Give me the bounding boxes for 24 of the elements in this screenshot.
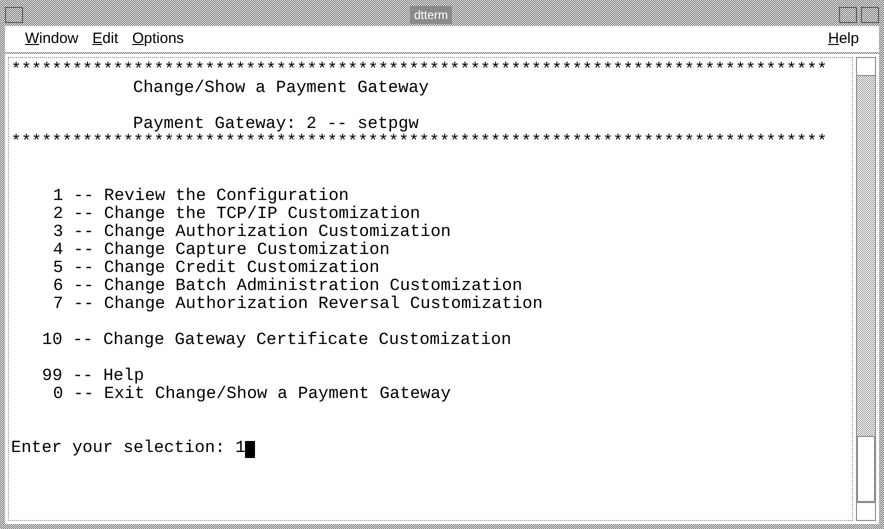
- menu-option: 3 -- Change Authorization Customization: [11, 224, 451, 242]
- menu-option: 4 -- Change Capture Customization: [11, 242, 390, 260]
- menu-option: 2 -- Change the TCP/IP Customization: [11, 206, 420, 224]
- menu-option: 5 -- Change Credit Customization: [11, 260, 380, 278]
- menu-item[interactable]: Edit: [92, 28, 118, 50]
- window-title: dtterm: [410, 6, 452, 24]
- terminal-line: Payment Gateway: 2 -- setpgw: [133, 116, 419, 134]
- scrollbar[interactable]: [856, 57, 876, 521]
- scroll-thumb[interactable]: [857, 436, 875, 502]
- divider-line: ********************************************************************************: [11, 134, 828, 152]
- menu-option: 6 -- Change Batch Administration Customization: [11, 278, 522, 296]
- text-cursor: [245, 440, 256, 458]
- divider-line: ********************************************************************************: [11, 62, 828, 80]
- prompt-label: Enter your selection:: [11, 440, 226, 458]
- menu-item[interactable]: Help: [828, 28, 859, 50]
- terminal-line: Change/Show a Payment Gateway: [132, 80, 429, 98]
- menu-option: 10 -- Change Gateway Certificate Customization: [11, 332, 512, 350]
- menu-item[interactable]: Options: [132, 28, 184, 50]
- input-field[interactable]: 1: [235, 440, 246, 458]
- menu-item[interactable]: Window: [25, 28, 78, 50]
- menu-option: 7 -- Change Authorization Reversal Customization: [11, 296, 543, 314]
- menu-option: 99 -- Help: [11, 368, 144, 386]
- menu-option: 0 -- Exit Change/Show a Payment Gateway: [11, 386, 451, 404]
- menu-option: 1 -- Review the Configuration: [11, 188, 349, 206]
